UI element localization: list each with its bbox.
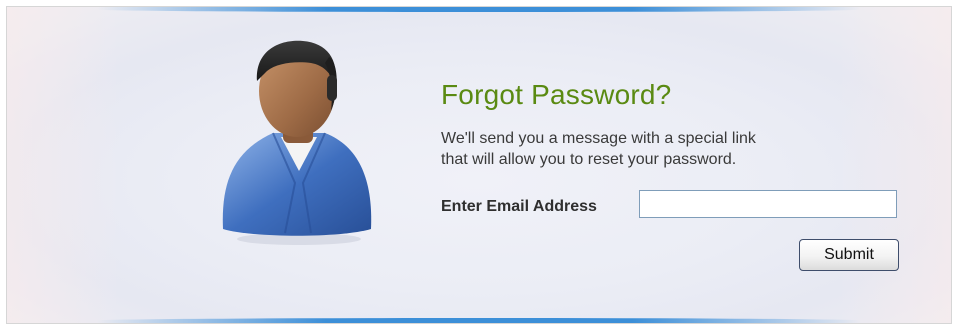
description-line-1: We'll send you a message with a special … — [441, 130, 756, 147]
description-line-2: that will allow you to reset your passwo… — [441, 151, 737, 168]
submit-button[interactable]: Submit — [799, 239, 899, 271]
page-title: Forgot Password? — [441, 79, 672, 110]
forgot-password-panel: Forgot Password? We'll send you a messag… — [6, 6, 952, 324]
bottom-accent-bar — [97, 318, 861, 323]
description-text: We'll send you a message with a special … — [441, 128, 861, 170]
top-accent-bar — [97, 7, 861, 12]
email-label: Enter Email Address — [441, 198, 597, 215]
user-avatar-icon — [222, 40, 372, 245]
page: Forgot Password? We'll send you a messag… — [0, 0, 958, 327]
email-field[interactable] — [639, 190, 897, 218]
